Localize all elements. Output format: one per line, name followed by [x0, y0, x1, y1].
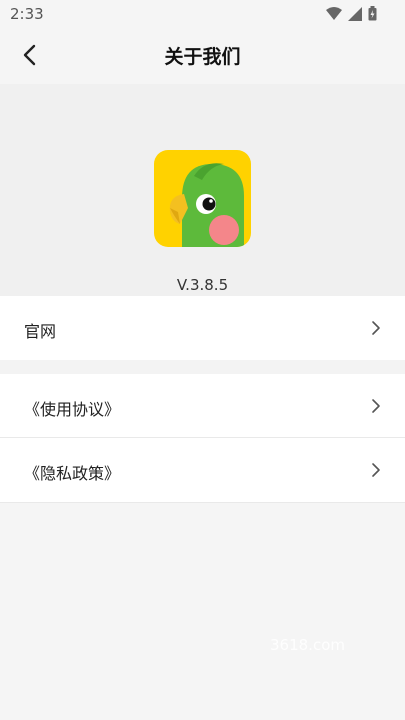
signal-icon: [348, 6, 362, 25]
row-divider: [0, 502, 405, 503]
about-us-screen: 2:33 关于我们 V.3.8.5 官网 《使用协议》 《隐私政策》 3618.…: [0, 0, 405, 720]
status-time: 2:33: [10, 5, 44, 23]
app-logo-icon: [154, 150, 251, 247]
about-section: V.3.8.5: [0, 84, 405, 296]
app-header: 关于我们: [0, 28, 405, 84]
website-label: 官网: [24, 322, 57, 341]
terms-of-use-label: 《使用协议》: [24, 400, 121, 419]
status-bar: 2:33: [0, 0, 405, 28]
status-icons: [326, 6, 377, 25]
privacy-policy-row[interactable]: 《隐私政策》: [0, 438, 405, 502]
chevron-right-icon: [371, 320, 381, 336]
battery-icon: [368, 6, 377, 25]
website-row[interactable]: 官网: [0, 296, 405, 360]
chevron-right-icon: [371, 462, 381, 478]
privacy-policy-label: 《隐私政策》: [24, 464, 121, 483]
watermark: 3618.com: [270, 636, 345, 654]
terms-of-use-row[interactable]: 《使用协议》: [0, 374, 405, 438]
chevron-right-icon: [371, 398, 381, 414]
wifi-icon: [326, 6, 342, 25]
page-title: 关于我们: [164, 46, 241, 68]
section-gap: [0, 360, 405, 374]
app-version: V.3.8.5: [176, 276, 229, 294]
